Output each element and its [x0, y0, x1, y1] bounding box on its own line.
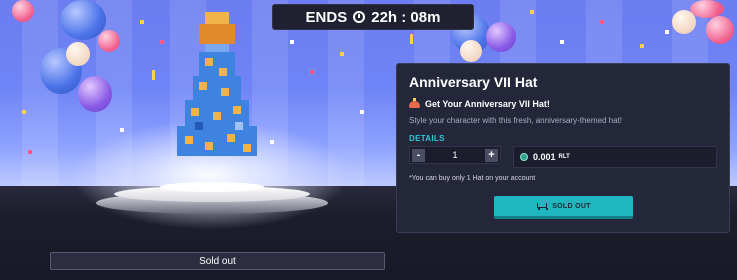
confetti: [270, 140, 274, 144]
balloon-decoration: [66, 42, 90, 66]
item-subtitle-text: Get Your Anniversary VII Hat!: [425, 99, 550, 109]
confetti: [665, 30, 669, 34]
sale-countdown: ENDS 22h : 08m: [272, 4, 474, 30]
clock-icon: [353, 11, 366, 23]
item-description: Style your character with this fresh, an…: [409, 116, 622, 125]
balloon-decoration: [672, 10, 696, 34]
quantity-stepper: - 1 +: [409, 146, 501, 164]
sold-out-button-label: SOLD OUT: [552, 202, 591, 210]
item-details-panel: Anniversary VII Hat Get Your Anniversary…: [396, 63, 730, 233]
display-pedestal: [96, 182, 328, 222]
confetti: [530, 10, 534, 14]
confetti: [160, 40, 164, 44]
balloon-decoration: [486, 22, 516, 52]
balloon-decoration: [706, 16, 734, 44]
sold-out-status-bar: Sold out: [50, 252, 385, 270]
sold-out-status-label: Sold out: [199, 255, 236, 267]
price-display: 0.001 RLT: [513, 146, 717, 168]
rlt-coin-icon: [520, 153, 528, 161]
quantity-increase-button[interactable]: +: [484, 148, 498, 162]
confetti: [410, 34, 413, 44]
confetti: [640, 44, 644, 48]
balloon-decoration: [12, 0, 34, 22]
quantity-value[interactable]: 1: [452, 150, 457, 160]
confetti: [360, 110, 364, 114]
party-hat-icon: [409, 97, 420, 108]
confetti: [28, 150, 32, 154]
purchase-limit-note: *You can buy only 1 Hat on your account: [409, 175, 536, 182]
confetti: [140, 20, 144, 24]
confetti: [600, 20, 604, 24]
confetti: [290, 40, 294, 44]
confetti: [22, 110, 26, 114]
price-amount: 0.001: [533, 152, 556, 162]
shop-item-stage: ENDS 22h : 08m Anniversary VII Hat Get Y…: [0, 0, 737, 280]
balloon-decoration: [78, 76, 112, 112]
confetti: [120, 128, 124, 132]
price-unit: RLT: [558, 154, 570, 160]
confetti: [310, 70, 314, 74]
item-title: Anniversary VII Hat: [409, 74, 538, 90]
balloon-decoration: [98, 30, 120, 52]
countdown-time: 22h : 08m: [371, 8, 441, 26]
details-label: DETAILS: [409, 134, 445, 143]
confetti: [340, 52, 344, 56]
confetti: [152, 70, 155, 80]
balloon-decoration: [460, 40, 482, 62]
countdown-prefix: ENDS: [305, 8, 348, 26]
confetti: [560, 40, 564, 44]
cart-icon: [536, 202, 549, 210]
anniversary-hat-image: [175, 12, 259, 160]
item-subtitle: Get Your Anniversary VII Hat!: [409, 97, 550, 109]
quantity-decrease-button[interactable]: -: [412, 148, 425, 162]
sold-out-button[interactable]: SOLD OUT: [494, 196, 633, 219]
